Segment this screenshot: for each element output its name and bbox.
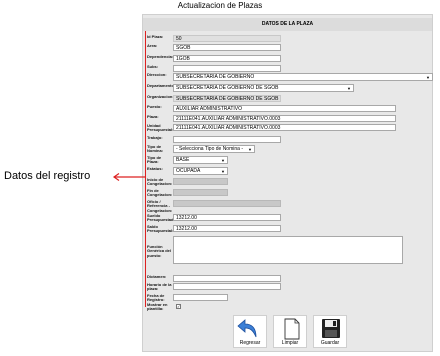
label-saldo-presupuestal: Saldo Presupuestal: — [147, 224, 174, 234]
label-area: Area: — [147, 43, 158, 48]
chevron-down-icon: ▼ — [221, 169, 225, 174]
tipo-plaza-select[interactable]: BASE ▼ — [173, 156, 228, 164]
label-id-plaza: Id Plaza: — [147, 34, 164, 39]
chevron-down-icon: ▼ — [248, 147, 252, 152]
mostrar-plantilla-checkbox[interactable]: ✓ — [176, 304, 181, 309]
label-mostrar-plantilla: Mostrar en plantilla: — [147, 302, 168, 312]
departamento-value: SUBSECRETARIA DE GOBIERNO DE SGOB — [176, 85, 279, 91]
area-input[interactable]: SGOB — [173, 44, 281, 51]
record-data-bracket — [145, 31, 146, 307]
chevron-down-icon: ▼ — [221, 158, 225, 163]
label-plaza: Plaza: — [147, 114, 159, 119]
label-tipo-plaza: Tipo de Plaza: — [147, 155, 162, 165]
blank-page-icon — [284, 318, 300, 340]
guardar-button[interactable]: Guardar — [313, 315, 347, 348]
puesto-input[interactable]: AUXILIAR ADMINISTRATIVO — [173, 105, 396, 112]
back-arrow-icon — [237, 319, 257, 338]
direccion-select[interactable]: SUBSECRETARÍA DE GOBIERNO ▼ — [173, 73, 433, 81]
tipo-nomina-value: - Selecciona Tipo de Nomina - — [176, 146, 243, 152]
label-estatus: Estatus: — [147, 166, 163, 171]
unidad-presupuestal-input[interactable]: 21111E041.AUXILIAR ADMINISTRATIVO.0003 — [173, 124, 396, 131]
label-puesto: Puesto: — [147, 104, 162, 109]
label-dictamen: Dictamen: — [147, 274, 167, 279]
chevron-down-icon: ▼ — [426, 75, 430, 80]
page-title: Actualizacion de Plazas — [177, 1, 263, 10]
regresar-button[interactable]: Regresar — [233, 315, 267, 348]
section-header: DATOS DE LA PLAZA — [143, 18, 432, 31]
tipo-nomina-select[interactable]: - Selecciona Tipo de Nomina - ▼ — [173, 145, 255, 153]
label-funcion-generica: Función Genérica del puesto: — [147, 244, 172, 258]
departamento-select[interactable]: SUBSECRETARIA DE GOBIERNO DE SGOB ▼ — [173, 84, 354, 92]
label-unidad-presupuestal: Unidad Presupuestal: — [147, 123, 174, 133]
limpiar-label: Limpiar — [281, 340, 299, 346]
fecha-registro-input[interactable] — [173, 294, 228, 301]
label-tipo-nomina: Tipo de Nomina: — [147, 144, 163, 154]
label-sueldo-presupuestado: Sueldo Presupuestado: — [147, 213, 178, 223]
funcion-generica-textarea[interactable] — [173, 236, 403, 264]
regresar-label: Regresar — [239, 340, 261, 346]
label-horario: Horario de la plaza: — [147, 282, 172, 292]
guardar-label: Guardar — [320, 340, 340, 346]
label-departamento: Departamento: — [147, 83, 176, 88]
id-plaza-field: 50 — [173, 35, 281, 42]
fin-congelacion-field — [173, 189, 228, 196]
estatus-select[interactable]: OCUPADA ▼ — [173, 167, 228, 175]
estatus-value: OCUPADA — [176, 168, 201, 174]
organizacion-field: SUBSECRETARIA DE GOBIERNO DE SGOB — [173, 95, 281, 102]
subs-input[interactable] — [173, 65, 281, 72]
label-subs: Subs: — [147, 64, 159, 69]
saldo-presupuestal-input[interactable]: 13212.00 — [173, 225, 281, 232]
trabajo-input[interactable] — [173, 136, 281, 143]
dictamen-input[interactable] — [173, 275, 281, 282]
arrow-left-icon — [112, 173, 145, 181]
chevron-down-icon: ▼ — [347, 86, 351, 91]
label-organizacion: Organizacion: — [147, 94, 174, 99]
horario-input[interactable] — [173, 283, 281, 290]
label-fin-congelacion: Fin de Congelacion: — [147, 188, 173, 198]
limpiar-button[interactable]: Limpiar — [273, 315, 307, 348]
dependencia-input[interactable]: 1GOB — [173, 55, 281, 62]
direccion-value: SUBSECRETARÍA DE GOBIERNO — [176, 74, 255, 80]
label-inicio-congelacion: Inicio de Congelacion: — [147, 177, 173, 187]
oficio-congelacion-field — [173, 200, 281, 207]
label-oficio-congelacion: Oficio / Referencia - Congelacion: — [147, 199, 173, 213]
annotation-label: Datos del registro — [4, 170, 91, 182]
label-direccion: Direccion: — [147, 72, 167, 77]
sueldo-presupuestado-input[interactable]: 13212.00 — [173, 214, 281, 221]
floppy-disk-icon — [322, 319, 340, 338]
label-trabajo: Trabajo: — [147, 135, 163, 140]
label-dependencia: Dependencia: — [147, 54, 174, 59]
plaza-input[interactable]: 21111E041.AUXILIAR ADMINISTRATIVO.0003 — [173, 115, 396, 122]
inicio-congelacion-field — [173, 178, 228, 185]
tipo-plaza-value: BASE — [176, 157, 190, 163]
